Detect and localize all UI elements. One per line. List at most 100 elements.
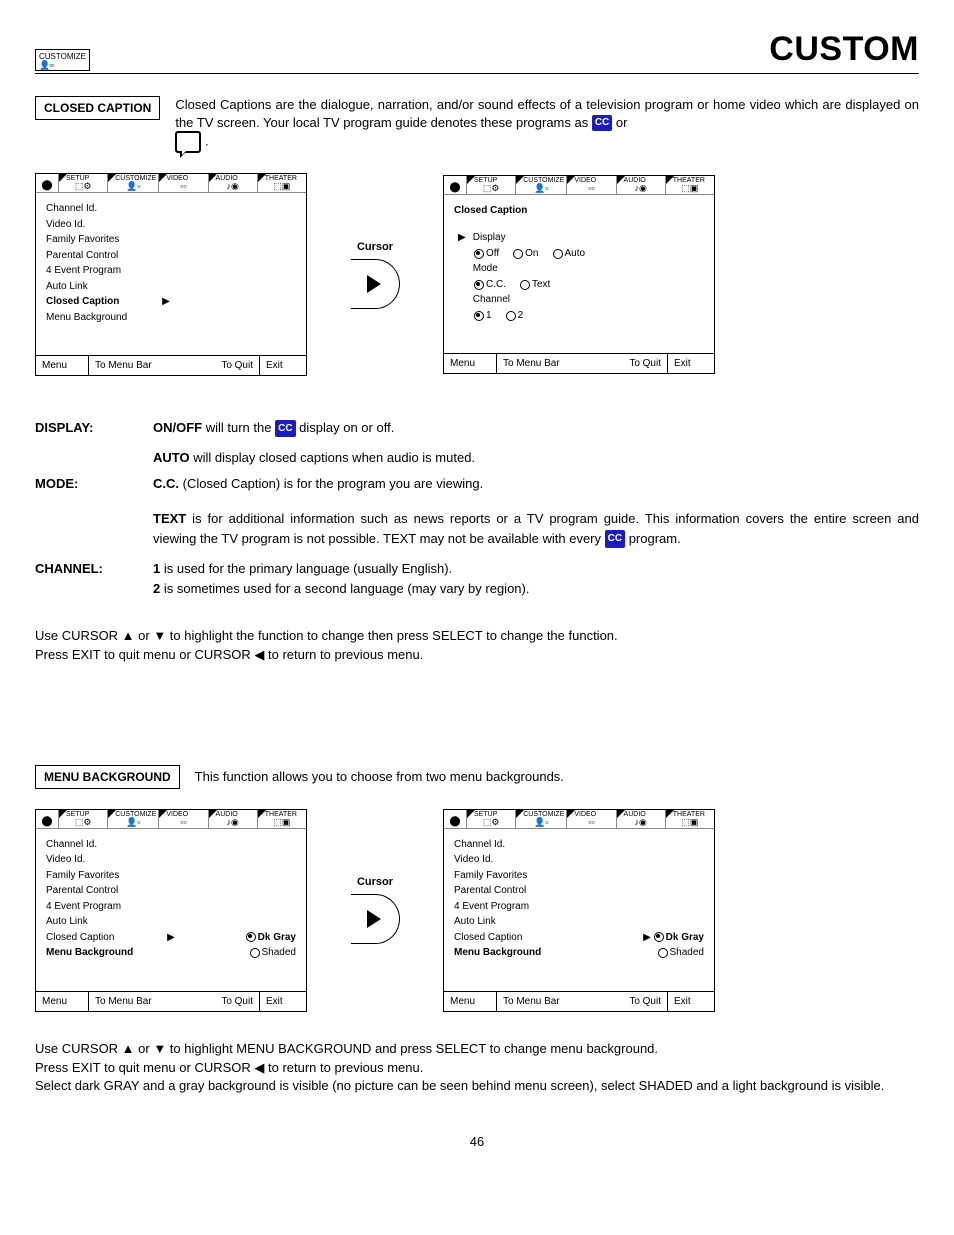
definitions: DISPLAY: ON/OFF will turn the CC display… bbox=[35, 418, 919, 599]
osd-tab-gear-icon: ⬤ bbox=[444, 810, 467, 828]
menu-background-intro: This function allows you to choose from … bbox=[195, 769, 564, 784]
nav-note-1: Use CURSOR ▲ or ▼ to highlight the funct… bbox=[35, 627, 919, 665]
menu-background-section: MENU BACKGROUND This function allows you… bbox=[35, 765, 919, 1097]
customize-icon: CUSTOMIZE 👤▫▫ bbox=[35, 49, 90, 71]
osd-tab: SETUP⬚⚙ bbox=[59, 810, 108, 828]
cc-badge-icon: CC bbox=[605, 530, 625, 548]
osd-tab: AUDIO♪◉ bbox=[617, 176, 666, 194]
nav-line: Press EXIT to quit menu or CURSOR ◀ to r… bbox=[35, 646, 919, 665]
menu-background-label: MENU BACKGROUND bbox=[35, 765, 180, 789]
footer-exit: Exit bbox=[259, 992, 306, 1011]
osd-radio-option: Off bbox=[474, 246, 499, 262]
osd-menu-item: 4 Event Program bbox=[454, 899, 704, 915]
osd-tab: CUSTOMIZE👤▫ bbox=[108, 174, 159, 192]
osd-option-row: C.C. Text bbox=[454, 277, 704, 293]
txt: is for additional information such as ne… bbox=[153, 511, 919, 546]
osd-menu-item: Menu BackgroundShaded bbox=[454, 945, 704, 961]
osd-option-label: Channel bbox=[454, 292, 704, 308]
osd-option-label: Mode bbox=[454, 261, 704, 277]
osd-subtitle: Closed Caption bbox=[454, 203, 704, 219]
footer-menu: Menu bbox=[444, 354, 496, 373]
footer-toquit: To Quit bbox=[197, 356, 259, 375]
nav-line: Use CURSOR ▲ or ▼ to highlight the funct… bbox=[35, 627, 919, 646]
footer-tomenubar: To Menu Bar bbox=[88, 992, 197, 1011]
osd-option-label: ▶ Display bbox=[454, 230, 704, 246]
closed-caption-intro: CLOSED CAPTION Closed Captions are the d… bbox=[35, 96, 919, 153]
osd-menu-item: Closed Caption ▶Dk Gray bbox=[46, 930, 296, 946]
osd-menu-item: Video Id. bbox=[454, 852, 704, 868]
osd-menu-item: Menu BackgroundShaded bbox=[46, 945, 296, 961]
txt: will turn the bbox=[202, 420, 275, 435]
page-number: 46 bbox=[35, 1134, 919, 1149]
osd-panel-customize-menu: ⬤SETUP⬚⚙CUSTOMIZE👤▫VIDEO▫▫AUDIO♪◉THEATER… bbox=[35, 173, 307, 376]
txt: is used for the primary language (usuall… bbox=[160, 561, 452, 576]
osd-radio-option: C.C. bbox=[474, 277, 506, 293]
osd-tab: THEATER⬚▣ bbox=[666, 810, 714, 828]
osd-menu-item: Video Id. bbox=[46, 852, 296, 868]
def-display-auto: AUTO bbox=[153, 450, 190, 465]
nav-line: Press EXIT to quit menu or CURSOR ◀ to r… bbox=[35, 1059, 919, 1078]
nav-note-2: Use CURSOR ▲ or ▼ to highlight MENU BACK… bbox=[35, 1040, 919, 1097]
nav-line: Select dark GRAY and a gray background i… bbox=[35, 1077, 919, 1096]
osd-radio-option: Auto bbox=[553, 246, 586, 262]
osd-menu-item: Closed Caption ▶ bbox=[46, 294, 296, 310]
footer-tomenubar: To Menu Bar bbox=[88, 356, 197, 375]
def-display: ON/OFF will turn the CC display on or of… bbox=[153, 418, 919, 468]
osd-menu-item: Family Favorites bbox=[454, 868, 704, 884]
footer-toquit: To Quit bbox=[605, 992, 667, 1011]
osd-tab: CUSTOMIZE👤▫ bbox=[516, 810, 567, 828]
def-mode-cc: C.C. bbox=[153, 476, 179, 491]
osd-menu-item: 4 Event Program bbox=[46, 899, 296, 915]
cc-badge-icon: CC bbox=[592, 115, 612, 131]
def-channel: 1 is used for the primary language (usua… bbox=[153, 559, 919, 599]
speech-bubble-icon bbox=[175, 131, 201, 153]
cc-badge-icon: CC bbox=[275, 420, 295, 438]
osd-tab-gear-icon: ⬤ bbox=[36, 810, 59, 828]
osd-radio-option: On bbox=[513, 246, 538, 262]
osd-tab: THEATER⬚▣ bbox=[666, 176, 714, 194]
cursor-label: Cursor bbox=[357, 241, 393, 253]
def-display-onoff: ON/OFF bbox=[153, 420, 202, 435]
osd-tab-gear-icon: ⬤ bbox=[36, 174, 59, 192]
footer-exit: Exit bbox=[667, 992, 714, 1011]
osd-menu-item: Video Id. bbox=[46, 217, 296, 233]
osd-tab: AUDIO♪◉ bbox=[209, 174, 258, 192]
osd-tab: SETUP⬚⚙ bbox=[467, 176, 516, 194]
osd-tab: AUDIO♪◉ bbox=[209, 810, 258, 828]
footer-exit: Exit bbox=[667, 354, 714, 373]
intro-part2: or bbox=[616, 115, 628, 130]
osd-tab: VIDEO▫▫ bbox=[567, 176, 616, 194]
footer-menu: Menu bbox=[444, 992, 496, 1011]
osd-tab: CUSTOMIZE👤▫ bbox=[108, 810, 159, 828]
closed-caption-text: Closed Captions are the dialogue, narrat… bbox=[175, 96, 919, 153]
osd-tab: SETUP⬚⚙ bbox=[59, 174, 108, 192]
osd-tab: AUDIO♪◉ bbox=[617, 810, 666, 828]
osd-menu-item: Channel Id. bbox=[46, 201, 296, 217]
osd-menu-item: Channel Id. bbox=[454, 837, 704, 853]
customize-icon-art: 👤▫▫ bbox=[39, 61, 86, 69]
footer-toquit: To Quit bbox=[197, 992, 259, 1011]
osd-radio-option: 1 bbox=[474, 308, 492, 324]
footer-toquit: To Quit bbox=[605, 354, 667, 373]
def-mode: C.C. (Closed Caption) is for the program… bbox=[153, 474, 919, 548]
txt: is sometimes used for a second language … bbox=[160, 581, 529, 596]
txt: display on or off. bbox=[296, 420, 395, 435]
footer-menu: Menu bbox=[36, 356, 88, 375]
cursor-label: Cursor bbox=[357, 876, 393, 888]
nav-line: Use CURSOR ▲ or ▼ to highlight MENU BACK… bbox=[35, 1040, 919, 1059]
osd-option-row: 1 2 bbox=[454, 308, 704, 324]
osd-tab: VIDEO▫▫ bbox=[567, 810, 616, 828]
txt: will display closed captions when audio … bbox=[190, 450, 475, 465]
footer-tomenubar: To Menu Bar bbox=[496, 992, 605, 1011]
osd-row-1: ⬤SETUP⬚⚙CUSTOMIZE👤▫VIDEO▫▫AUDIO♪◉THEATER… bbox=[35, 173, 919, 376]
def-mode-text: TEXT bbox=[153, 511, 186, 526]
osd-menu-item: Auto Link bbox=[46, 914, 296, 930]
osd-tab: SETUP⬚⚙ bbox=[467, 810, 516, 828]
closed-caption-label: CLOSED CAPTION bbox=[35, 96, 160, 120]
osd-panel-closed-caption: ⬤SETUP⬚⚙CUSTOMIZE👤▫VIDEO▫▫AUDIO♪◉THEATER… bbox=[443, 175, 715, 375]
term-channel: CHANNEL: bbox=[35, 559, 153, 599]
osd-menu-item: Parental Control bbox=[454, 883, 704, 899]
cursor-indicator: Cursor bbox=[325, 876, 425, 944]
osd-panel-menu-bg-left: ⬤SETUP⬚⚙CUSTOMIZE👤▫VIDEO▫▫AUDIO♪◉THEATER… bbox=[35, 809, 307, 1012]
osd-panel-menu-bg-right: ⬤SETUP⬚⚙CUSTOMIZE👤▫VIDEO▫▫AUDIO♪◉THEATER… bbox=[443, 809, 715, 1012]
